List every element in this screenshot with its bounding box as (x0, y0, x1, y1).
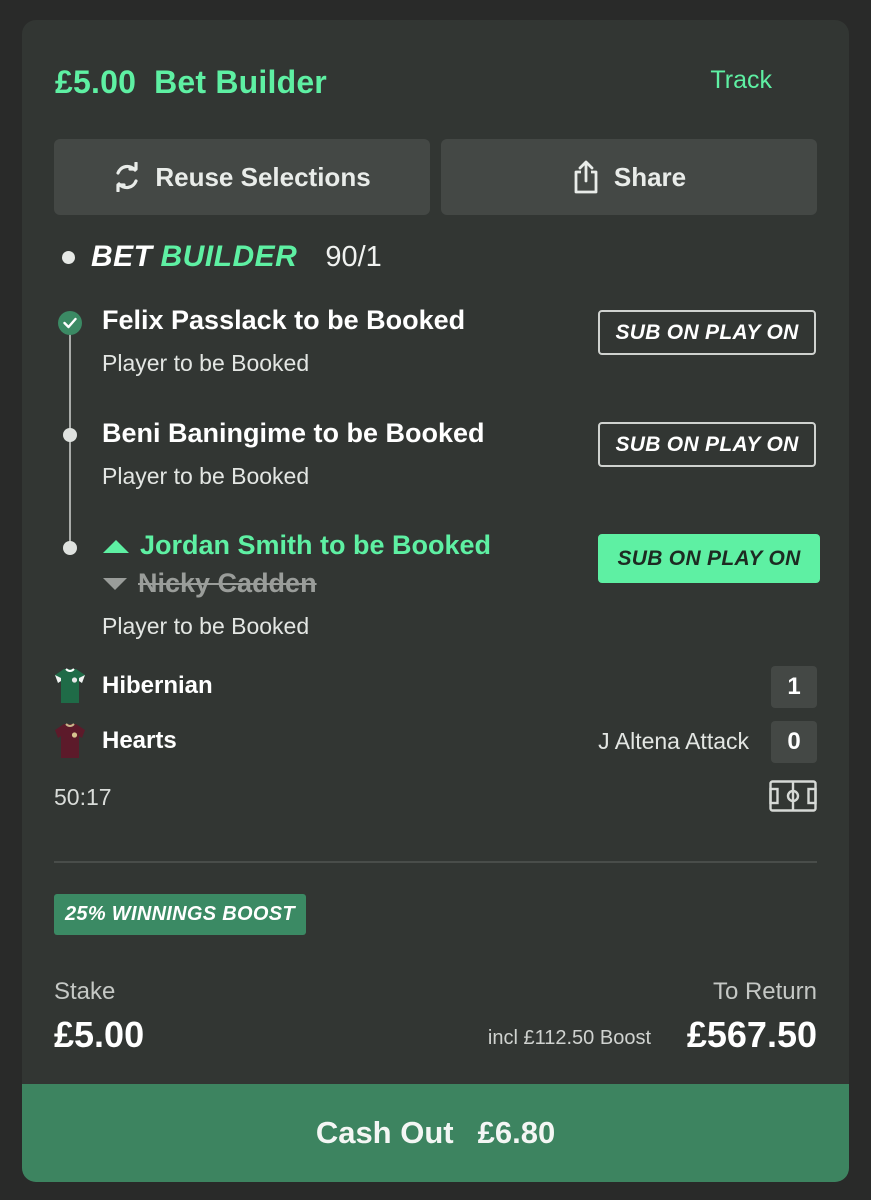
cash-out-button[interactable]: Cash Out £6.80 (22, 1084, 849, 1182)
sub-on-play-on-tag: SUB ON PLAY ON (598, 310, 816, 355)
home-team-name: Hibernian (102, 672, 213, 699)
selection-market: Player to be Booked (102, 350, 310, 376)
share-icon (574, 160, 598, 194)
sub-on-play-on-tag: SUB ON PLAY ON (598, 422, 816, 467)
home-team: Hibernian (54, 668, 213, 704)
substitute-in-row: Jordan Smith to be Booked (102, 530, 491, 561)
home-score: 1 (771, 666, 817, 708)
reuse-selections-button[interactable]: Reuse Selections (54, 139, 430, 215)
bet-odds: 90/1 (325, 240, 382, 273)
arrow-up-icon (103, 539, 129, 553)
selection-title: Beni Baningime to be Booked (102, 418, 485, 448)
timeline-marker (63, 428, 77, 442)
divider (54, 861, 817, 863)
stake-value: £5.00 (54, 1014, 145, 1055)
reuse-selections-label: Reuse Selections (155, 161, 371, 192)
bet-builder-logo-right: BUILDER (160, 240, 298, 273)
share-button[interactable]: Share (441, 139, 817, 215)
match-clock: 50:17 (54, 784, 112, 810)
bet-builder-row: BET BUILDER 90/1 (62, 240, 382, 274)
substitute-out-row: Nicky Cadden (102, 568, 317, 599)
substitute-in-title: Jordan Smith to be Booked (140, 530, 492, 560)
boost-included-text: incl £112.50 Boost (487, 1027, 651, 1049)
match-event-text: J Altena Attack (598, 728, 749, 754)
away-team-name: Hearts (102, 727, 177, 754)
bet-type-title: Bet Builder (154, 64, 327, 100)
refresh-icon (116, 162, 138, 192)
pitch-icon[interactable] (769, 780, 817, 812)
to-return-value: £567.50 (686, 1014, 817, 1055)
cash-out-label: Cash Out (315, 1115, 454, 1150)
arrow-down-icon (103, 577, 127, 590)
bet-builder-logo: BET BUILDER (91, 240, 297, 274)
away-score: 0 (771, 721, 817, 763)
hibernian-shirt-icon (55, 668, 85, 703)
selection-title: Felix Passlack to be Booked (102, 305, 466, 335)
check-icon (58, 311, 82, 335)
cash-out-amount: £6.80 (477, 1115, 556, 1150)
sub-on-play-on-tag-active: SUB ON PLAY ON (598, 534, 820, 583)
bet-card: £5.00 Bet Builder Track Reuse Selections … (22, 20, 849, 1182)
bet-amount: £5.00 (55, 64, 137, 100)
hearts-shirt-icon (55, 723, 85, 758)
selection-market: Player to be Booked (102, 613, 310, 639)
selection-market: Player to be Booked (102, 463, 310, 489)
share-label: Share (613, 161, 687, 192)
away-team: Hearts (54, 723, 177, 759)
timeline-marker (63, 541, 77, 555)
bet-builder-logo-left: BET (91, 240, 153, 273)
bet-builder-dot (62, 250, 75, 264)
track-link[interactable]: Track (710, 66, 772, 95)
bet-header: £5.00 Bet Builder (55, 64, 327, 101)
substitute-out-player: Nicky Cadden (138, 568, 317, 598)
winnings-boost-badge: 25% WINNINGS BOOST (54, 894, 306, 935)
to-return-label: To Return (712, 978, 817, 1005)
stake-label: Stake (54, 978, 116, 1005)
